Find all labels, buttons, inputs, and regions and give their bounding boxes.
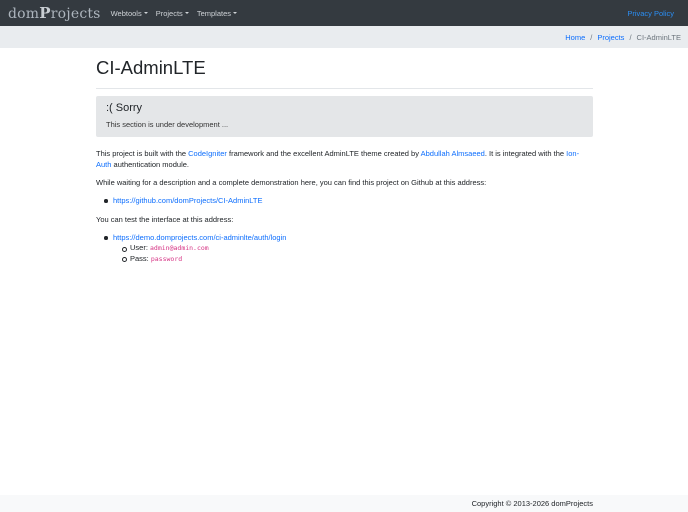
breadcrumb-current: CI-AdminLTE xyxy=(636,32,681,42)
user-value: admin@admin.com xyxy=(150,244,209,252)
intro-text-2: framework and the excellent AdminLTE the… xyxy=(226,149,421,158)
github-link[interactable]: https://github.com/domProjects/CI-AdminL… xyxy=(113,196,263,205)
github-list: https://github.com/domProjects/CI-AdminL… xyxy=(96,195,593,206)
list-item: https://github.com/domProjects/CI-AdminL… xyxy=(104,195,593,206)
github-paragraph: While waiting for a description and a co… xyxy=(96,178,487,187)
demo-list: https://demo.domprojects.com/ci-adminlte… xyxy=(96,232,593,264)
brand-suffix: rojects xyxy=(50,6,101,22)
chevron-down-icon xyxy=(143,12,148,14)
brand-initial: P xyxy=(39,4,51,22)
intro-text-3: . It is integrated with the xyxy=(484,149,567,158)
notice-box: :( Sorry This section is under developme… xyxy=(96,96,593,137)
user-label: User: xyxy=(130,243,151,252)
nav-templates[interactable]: Templates xyxy=(197,9,237,18)
chevron-down-icon xyxy=(184,12,189,14)
notice-heading: :( Sorry xyxy=(106,102,143,114)
project-description: This project is built with the CodeIgnit… xyxy=(96,148,593,264)
abdullah-almsaeed-link[interactable]: Abdullah Almsaeed xyxy=(421,149,485,158)
credential-pass: Pass: password xyxy=(122,253,593,265)
pass-label: Pass: xyxy=(130,253,151,263)
notice-text: This section is under development ... xyxy=(106,120,229,129)
breadcrumb: Home / Projects / CI-AdminLTE xyxy=(0,26,688,48)
nav-projects[interactable]: Projects xyxy=(156,9,189,18)
privacy-policy-link[interactable]: Privacy Policy xyxy=(627,9,674,18)
codeigniter-link[interactable]: CodeIgniter xyxy=(188,149,227,158)
nav-projects-label: Projects xyxy=(155,8,183,18)
copyright-text: Copyright © 2013-2026 domProjects xyxy=(471,499,593,508)
main-content: CI-AdminLTE :( Sorry This section is und… xyxy=(96,48,593,264)
breadcrumb-home[interactable]: Home xyxy=(565,33,585,42)
demo-link[interactable]: https://demo.domprojects.com/ci-adminlte… xyxy=(113,233,286,242)
nav-templates-label: Templates xyxy=(196,8,231,18)
top-navbar: domProjects Webtools Projects Templates … xyxy=(0,0,688,26)
intro-text-4: authentication module. xyxy=(111,160,189,169)
page-title: CI-AdminLTE xyxy=(96,57,593,89)
breadcrumb-projects[interactable]: Projects xyxy=(597,33,624,42)
brand-prefix: dom xyxy=(8,6,40,22)
brand-logo[interactable]: domProjects xyxy=(8,4,101,22)
intro-text-1: This project is built with the xyxy=(96,149,189,158)
breadcrumb-separator: / xyxy=(629,32,632,42)
pass-value: password xyxy=(150,254,183,263)
list-item: https://demo.domprojects.com/ci-adminlte… xyxy=(104,232,593,264)
intro-paragraph: This project is built with the CodeIgnit… xyxy=(96,148,593,170)
footer: Copyright © 2013-2026 domProjects xyxy=(0,495,688,512)
breadcrumb-separator: / xyxy=(590,32,593,42)
credential-user: User: admin@admin.com xyxy=(122,243,593,254)
nav-webtools[interactable]: Webtools xyxy=(111,9,148,18)
chevron-down-icon xyxy=(233,12,237,14)
demo-paragraph: You can test the interface at this addre… xyxy=(96,215,234,224)
credentials-list: User: admin@admin.com Pass: password xyxy=(113,243,593,264)
nav-webtools-label: Webtools xyxy=(110,8,142,18)
